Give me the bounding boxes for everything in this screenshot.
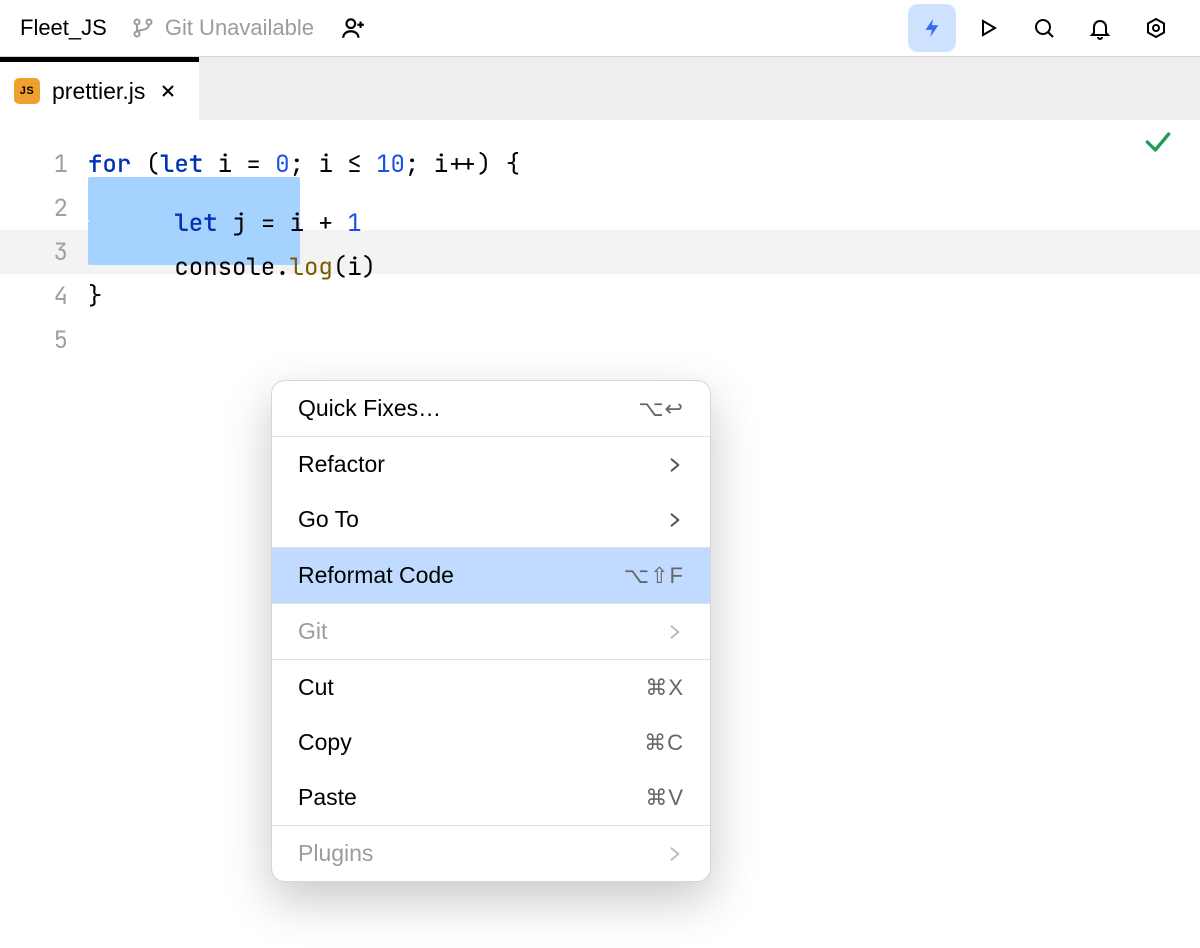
tab-bar: JS prettier.js [0,56,1200,120]
project-name[interactable]: Fleet_JS [20,15,107,41]
code-line[interactable]: 4 } [0,274,1200,318]
git-status-label: Git Unavailable [165,15,314,41]
invite-button[interactable] [340,15,366,41]
chevron-right-icon [666,456,684,474]
shortcut: ⌘C [644,730,684,756]
bell-icon [1088,16,1112,40]
tab-close-button[interactable] [157,80,179,102]
chevron-right-icon [666,623,684,641]
search-button[interactable] [1020,4,1068,52]
run-button[interactable] [964,4,1012,52]
menu-quick-fixes[interactable]: Quick Fixes… ⌥↩ [272,381,710,436]
menu-git: Git [272,604,710,659]
ai-button[interactable] [908,4,956,52]
play-icon [976,16,1000,40]
menu-cut[interactable]: Cut ⌘X [272,660,710,715]
shortcut: ⌥⇧F [624,563,684,589]
submenu-indicator [666,511,684,529]
code-content[interactable]: for (let i = 0; i ≤ 10; i++) { [88,149,520,180]
menu-plugins: Plugins [272,826,710,881]
menu-reformat-code[interactable]: Reformat Code ⌥⇧F [272,548,710,603]
menu-refactor[interactable]: Refactor [272,437,710,492]
submenu-indicator [666,845,684,863]
chevron-right-icon [666,845,684,863]
submenu-indicator [666,456,684,474]
tab-prettier-js[interactable]: JS prettier.js [0,57,199,120]
settings-hex-icon [1144,16,1168,40]
top-actions [908,4,1180,52]
gutter-line-number: 4 [0,281,88,312]
submenu-indicator [666,623,684,641]
top-bar: Fleet_JS Git Unavailable [0,0,1200,56]
gutter-line-number: 5 [0,325,88,356]
close-icon [160,83,176,99]
shortcut: ⌘V [645,785,684,811]
shortcut: ⌥↩ [638,396,684,422]
chevron-right-icon [666,511,684,529]
code-line[interactable]: 5 [0,318,1200,362]
menu-copy[interactable]: Copy ⌘C [272,715,710,770]
gutter-line-number: 3 [0,237,88,268]
notifications-button[interactable] [1076,4,1124,52]
git-branch-icon [131,16,155,40]
add-user-icon [340,15,366,41]
menu-paste[interactable]: Paste ⌘V [272,770,710,825]
settings-button[interactable] [1132,4,1180,52]
gutter-line-number: 1 [0,149,88,180]
context-menu: Quick Fixes… ⌥↩ Refactor Go To Reformat … [271,380,711,882]
gutter-line-number: 2 [0,193,88,224]
git-status[interactable]: Git Unavailable [131,15,314,41]
js-file-icon: JS [14,78,40,104]
shortcut: ⌘X [645,675,684,701]
lightning-icon [921,14,943,42]
menu-goto[interactable]: Go To [272,492,710,547]
code-content[interactable]: } [88,281,102,312]
tab-filename: prettier.js [52,78,145,105]
search-icon [1032,16,1056,40]
code-line[interactable]: 3 console.log(i) [0,230,1200,274]
code-editor[interactable]: 1 for (let i = 0; i ≤ 10; i++) { 2 let j… [0,120,1200,382]
